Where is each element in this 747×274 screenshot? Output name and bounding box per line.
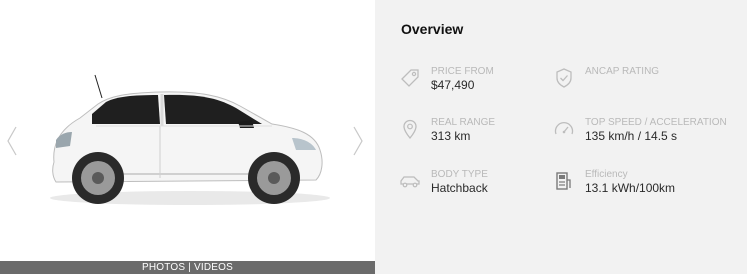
spec-label: ANCAP RATING	[585, 66, 660, 77]
chevron-left-icon	[7, 126, 17, 156]
gallery-next-button[interactable]	[350, 124, 366, 158]
spec-efficiency: Efficiency 13.1 kWh/100km	[553, 169, 675, 195]
spec-value: 13.1 kWh/100km	[585, 181, 676, 195]
gallery-prev-button[interactable]	[4, 124, 20, 158]
vehicle-image	[40, 70, 330, 210]
overview-panel: Overview PRICE FROM $47,490 ANCAP RATING…	[375, 0, 747, 274]
car-icon	[400, 176, 420, 188]
spec-label: BODY TYPE	[431, 169, 488, 180]
spec-top-speed: TOP SPEED / ACCELERATION 135 km/h / 14.5…	[553, 117, 727, 143]
spec-label: Efficiency	[585, 169, 628, 180]
spec-value: $47,490	[431, 78, 475, 92]
spec-price: PRICE FROM $47,490	[399, 66, 494, 92]
price-tag-icon	[401, 69, 419, 87]
vehicle-gallery: PHOTOS | VIDEOS	[0, 0, 375, 274]
spec-value: 313 km	[431, 129, 471, 143]
chevron-right-icon	[353, 126, 363, 156]
photos-videos-button[interactable]: PHOTOS | VIDEOS	[0, 261, 375, 274]
spec-range: REAL RANGE 313 km	[399, 117, 495, 143]
overview-title: Overview	[401, 21, 464, 37]
spec-label: TOP SPEED / ACCELERATION	[585, 117, 727, 128]
spec-label: REAL RANGE	[431, 117, 496, 128]
spec-value: 135 km/h / 14.5 s	[585, 129, 678, 143]
spec-ancap: ANCAP RATING	[553, 66, 659, 89]
efficiency-meter-icon	[556, 172, 571, 190]
location-pin-icon	[403, 119, 417, 140]
spec-value: Hatchback	[431, 181, 488, 195]
shield-check-icon	[556, 68, 572, 88]
spec-body-type: BODY TYPE Hatchback	[399, 169, 488, 195]
spec-label: PRICE FROM	[431, 66, 494, 77]
speedometer-icon	[554, 121, 574, 135]
